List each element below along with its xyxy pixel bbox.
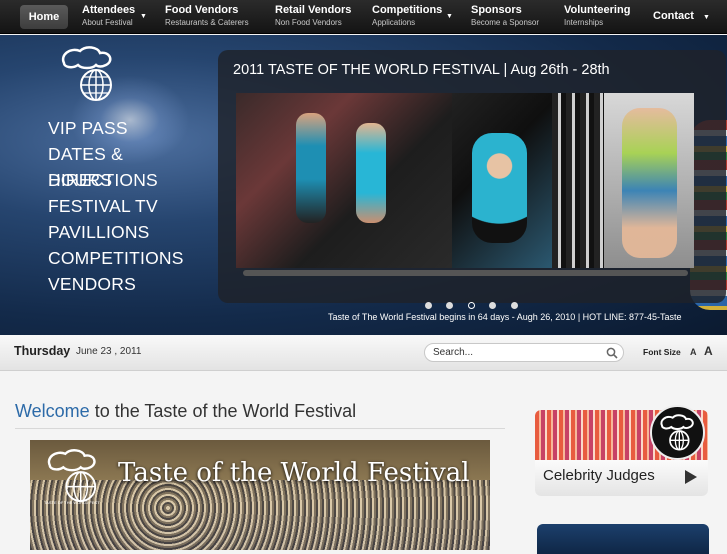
date-bar: Thursday June 23 , 2011 Font Size A A — [0, 335, 727, 371]
side-menu-pavillions[interactable]: PAVILLIONS — [48, 219, 184, 245]
chevron-down-icon: ▼ — [446, 13, 453, 20]
nav-item-title: Competitions — [372, 4, 443, 16]
side-menu-dates[interactable]: DATES & — [48, 141, 184, 167]
search-input[interactable] — [433, 347, 603, 358]
welcome-heading: Welcome to the Taste of the World Festiv… — [15, 401, 356, 422]
nav-item-subtitle: Applications — [372, 18, 416, 27]
slide-image-dancers — [236, 93, 452, 268]
nav-item-subtitle: Restaurants & Caterers — [165, 18, 249, 27]
nav-item-contact[interactable]: Contact ▼ — [653, 10, 710, 22]
nav-item-attendees[interactable]: Attendees About Festival ▼ — [82, 4, 147, 28]
nav-item-title: Retail Vendors — [275, 4, 352, 16]
logo-badge — [650, 405, 705, 460]
divider — [15, 428, 505, 429]
slider-dot-4[interactable] — [489, 302, 497, 310]
nav-item-volunteering[interactable]: Volunteering Internships — [564, 4, 630, 28]
nav-item-subtitle: About Festival — [82, 18, 133, 27]
search-icon[interactable] — [606, 347, 618, 359]
side-menu-competitions[interactable]: COMPETITIONS — [48, 245, 184, 271]
nav-item-subtitle: Internships — [564, 18, 604, 27]
font-size-label: Font Size — [643, 347, 681, 357]
nav-home-button[interactable]: Home — [20, 5, 68, 29]
side-menu: VIP PASS DATES & DIRECTIONS HOURS FESTIV… — [48, 115, 184, 297]
chevron-down-icon: ▼ — [140, 13, 147, 20]
welcome-highlight: Welcome — [15, 401, 90, 421]
search-box[interactable] — [424, 343, 624, 362]
slide-image-couple — [604, 93, 694, 268]
font-increase-button[interactable]: A — [704, 344, 713, 358]
slider-progress-bar[interactable] — [243, 270, 688, 276]
nav-item-title: Sponsors — [471, 4, 522, 16]
side-menu-vendors[interactable]: VENDORS — [48, 271, 184, 297]
current-date: June 23 , 2011 — [76, 346, 142, 357]
nav-item-subtitle: Non Food Vendors — [275, 18, 342, 27]
slider-dot-5[interactable] — [510, 302, 518, 310]
nav-item-food-vendors[interactable]: Food Vendors Restaurants & Caterers — [165, 4, 249, 28]
slider-title: 2011 TASTE OF THE WORLD FESTIVAL | Aug 2… — [233, 62, 610, 78]
welcome-rest: to the Taste of the World Festival — [89, 401, 357, 421]
side-menu-vip-pass[interactable]: VIP PASS — [48, 115, 184, 141]
side-menu-hours[interactable]: HOURS — [48, 167, 112, 193]
banner-title: Taste of the World Festival — [118, 458, 470, 488]
hero-section: VIP PASS DATES & DIRECTIONS HOURS FESTIV… — [0, 35, 727, 335]
image-slider: 2011 TASTE OF THE WORLD FESTIVAL | Aug 2… — [218, 50, 726, 310]
nav-item-subtitle: Become a Sponsor — [471, 18, 540, 27]
slide-image-stage — [552, 93, 604, 268]
font-decrease-button[interactable]: A — [690, 347, 697, 357]
play-arrow-icon — [685, 470, 697, 484]
slider-dot-1[interactable] — [425, 302, 432, 310]
slide-image-performer — [452, 93, 552, 268]
nav-item-competitions[interactable]: Competitions Applications ▼ — [372, 4, 453, 28]
slider-images[interactable] — [236, 93, 694, 268]
festival-logo-icon — [660, 414, 694, 451]
banner-logo-caption: TASTE OF THE WORLD FEST — [44, 500, 100, 505]
event-ticker: Taste of The World Festival begins in 64… — [328, 312, 682, 322]
chevron-down-icon: ▼ — [703, 14, 710, 21]
nav-item-title: Volunteering — [564, 4, 631, 16]
side-menu-directions-hours[interactable]: DIRECTIONS HOURS — [48, 167, 184, 193]
side-menu-festival-tv[interactable]: FESTIVAL TV — [48, 193, 184, 219]
current-day: Thursday — [14, 344, 71, 358]
main-content: Welcome to the Taste of the World Festiv… — [0, 372, 727, 554]
slider-dot-3[interactable] — [467, 302, 475, 310]
nav-item-retail-vendors[interactable]: Retail Vendors Non Food Vendors — [275, 4, 351, 28]
festival-logo-icon — [47, 449, 97, 503]
slider-dot-2[interactable] — [446, 302, 454, 310]
nav-item-title: Attendees — [82, 4, 136, 16]
nav-item-title: Contact — [653, 10, 694, 22]
nav-item-title: Food Vendors — [165, 4, 239, 16]
celebrity-judges-label: Celebrity Judges — [543, 467, 655, 484]
nav-item-sponsors[interactable]: Sponsors Become a Sponsor — [471, 4, 539, 28]
festival-logo-icon — [61, 46, 112, 101]
festival-banner-image: TASTE OF THE WORLD FEST Taste of the Wor… — [30, 440, 490, 550]
top-nav: Home Attendees About Festival ▼ Food Ven… — [0, 0, 727, 34]
sidebar-widget — [537, 524, 709, 554]
